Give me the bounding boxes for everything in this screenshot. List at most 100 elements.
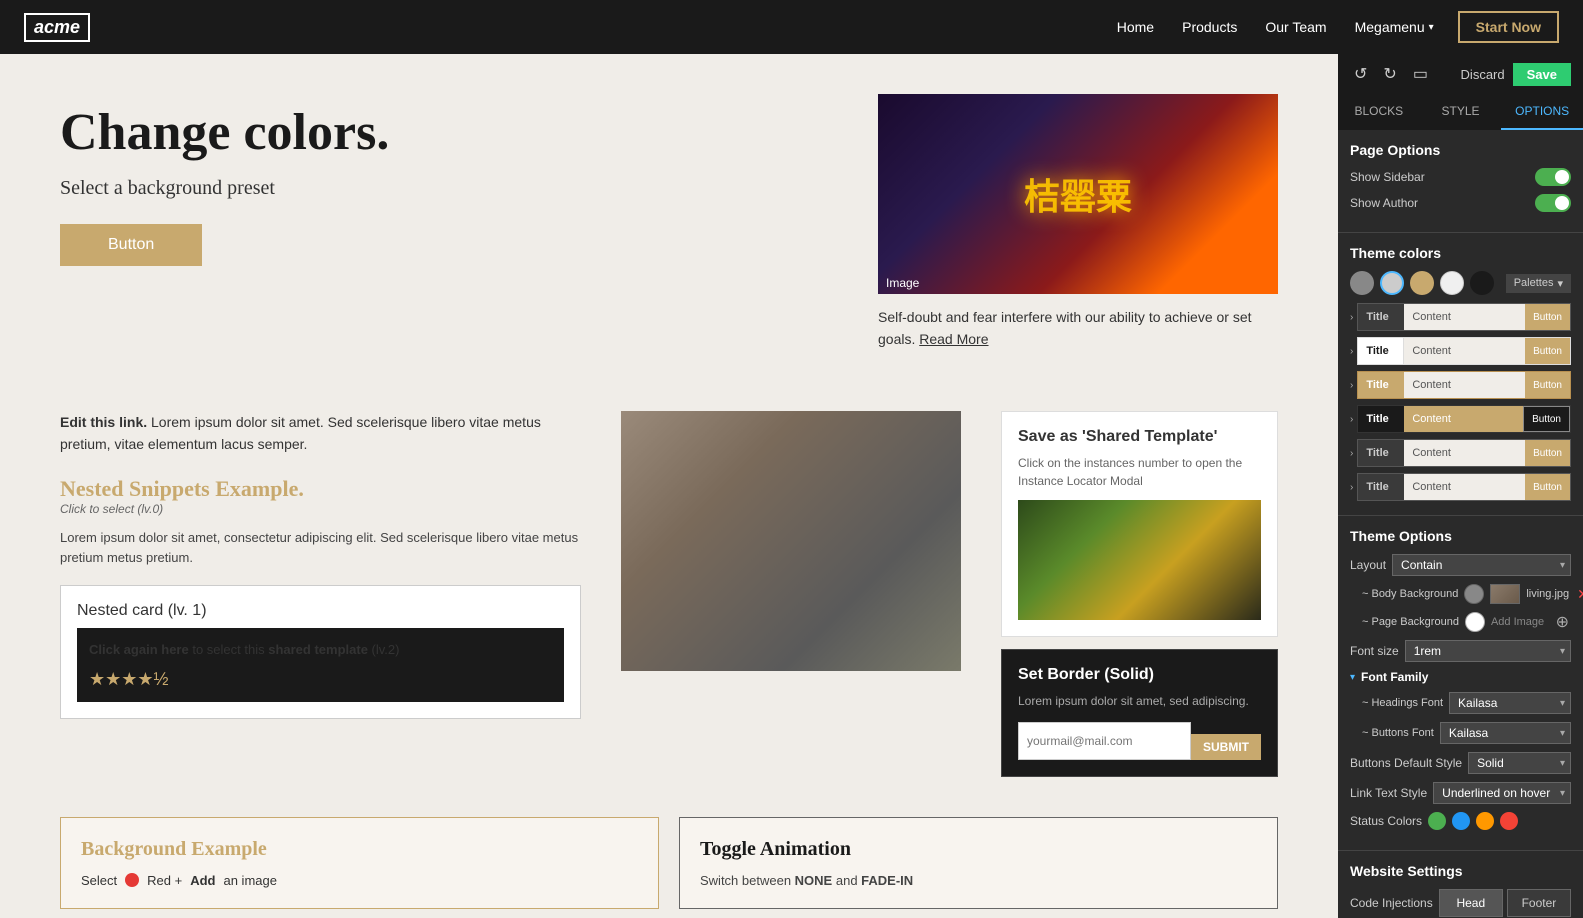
read-more-link[interactable]: Read More [919,331,988,347]
font-size-label: Font size [1350,644,1399,658]
show-sidebar-toggle[interactable] [1535,168,1571,186]
buttons-default-label: Buttons Default Style [1350,756,1462,770]
body-bg-label: ~ Body Background [1350,588,1458,600]
nav-home[interactable]: Home [1117,19,1154,35]
swatch-gold[interactable] [1410,271,1434,295]
border-box: Set Border (Solid) Lorem ipsum dolor sit… [1001,649,1278,777]
page-options-title: Page Options [1350,142,1571,158]
logo[interactable]: acme [24,13,90,42]
preset-row-1-content: Content [1404,304,1525,330]
discard-button[interactable]: Discard [1461,67,1505,82]
link-text-row: Link Text Style Underlined on hover [1350,782,1571,804]
body-bg-filename: living.jpg [1526,588,1569,600]
preset-row-4[interactable]: Title Content Button [1357,405,1571,433]
headings-font-row: ~ Headings Font Kailasa [1350,692,1571,714]
bg-example-box: Background Example Select Red + Add an i… [60,817,659,909]
nested-card-title: Nested card (lv. 1) [77,602,564,620]
status-dots [1428,812,1518,830]
device-toggle-button[interactable]: ▭ [1409,62,1432,86]
page-bg-add[interactable]: ⊕ [1554,612,1571,632]
email-input[interactable] [1018,722,1191,760]
preset-row-2-content: Content [1404,338,1525,364]
preset-row-2[interactable]: Title Content Button [1357,337,1571,365]
redo-button[interactable]: ↻ [1379,62,1400,86]
buttons-default-select[interactable]: Solid [1468,752,1571,774]
preset-row-3-content: Content [1404,372,1525,398]
hero-button[interactable]: Button [60,224,202,266]
undo-button[interactable]: ↺ [1350,62,1371,86]
preset-row-1[interactable]: Title Content Button [1357,303,1571,331]
bg-example-title: Background Example [81,838,638,861]
content-area: Change colors. Select a background prese… [0,54,1338,918]
swatch-black[interactable] [1470,271,1494,295]
code-injections-label: Code Injections [1350,896,1433,910]
nested-card-inner[interactable]: Click again here to select this shared t… [77,628,564,702]
preset-row-4-title: Title [1358,406,1404,432]
palettes-button[interactable]: Palettes ▾ [1506,274,1571,293]
preset-row-4-button: Button [1523,406,1570,432]
preset-row-2-chevron: › [1350,346,1353,357]
buttons-font-row: ~ Buttons Font Kailasa [1350,722,1571,744]
section3: Background Example Select Red + Add an i… [0,797,1338,918]
preset-row-4-content: Content [1404,406,1523,432]
page-options-section: Page Options Show Sidebar Show Author [1338,130,1583,233]
font-family-chevron: ▾ [1350,672,1355,683]
nav-megamenu[interactable]: Megamenu [1355,19,1434,35]
buttons-font-label: ~ Buttons Font [1350,727,1434,739]
select-label: Select [81,873,117,888]
buttons-font-select[interactable]: Kailasa [1440,722,1571,744]
start-now-button[interactable]: Start Now [1458,11,1559,43]
headings-font-select[interactable]: Kailasa [1449,692,1571,714]
hero-section: Change colors. Select a background prese… [0,54,1338,391]
font-family-label: Font Family [1361,670,1428,684]
font-size-select[interactable]: 1rem [1405,640,1571,662]
preset-row-6[interactable]: Title Content Button [1357,473,1571,501]
status-colors-row: Status Colors [1350,812,1571,830]
show-author-toggle[interactable] [1535,194,1571,212]
status-dot-green[interactable] [1428,812,1446,830]
status-dot-red[interactable] [1500,812,1518,830]
font-family-row[interactable]: ▾ Font Family [1350,670,1571,684]
layout-select[interactable]: Contain [1392,554,1571,576]
headings-font-label: ~ Headings Font [1350,697,1443,709]
preset-row-2-button: Button [1525,338,1570,364]
status-dot-blue[interactable] [1452,812,1470,830]
status-dot-orange[interactable] [1476,812,1494,830]
body-bg-color[interactable] [1464,584,1484,604]
head-button[interactable]: Head [1439,889,1503,917]
preset-row-3-chevron: › [1350,380,1353,391]
tab-blocks[interactable]: BLOCKS [1338,94,1420,130]
section2-middle [621,411,961,777]
footer-button[interactable]: Footer [1507,889,1571,917]
section2: Edit this link. Lorem ipsum dolor sit am… [0,391,1338,797]
interior-image-overlay [621,411,961,671]
submit-button[interactable]: SUBMIT [1191,734,1261,760]
save-button[interactable]: Save [1513,63,1571,86]
hero-heading: Change colors. [60,104,838,161]
body-bg-remove[interactable]: ✕ [1575,586,1583,603]
website-settings-section: Website Settings Code Injections Head Fo… [1338,851,1583,918]
nav-our-team[interactable]: Our Team [1265,19,1326,35]
hero-image-caption: Image [886,276,919,290]
tab-style[interactable]: STYLE [1420,94,1502,130]
buttons-default-row: Buttons Default Style Solid [1350,752,1571,774]
nested-title: Nested Snippets Example. [60,476,581,502]
toggle-desc: Switch between NONE and FADE-IN [700,873,1257,888]
theme-options-title: Theme Options [1350,528,1571,544]
page-bg-color[interactable] [1465,612,1485,632]
link-text-select[interactable]: Underlined on hover [1433,782,1571,804]
bg-example-row: Select Red + Add an image [81,873,638,888]
red-dot [125,873,139,887]
theme-colors-section: Theme colors Palettes ▾ › Title Co [1338,233,1583,516]
preset-row-5-content: Content [1404,440,1525,466]
swatch-white[interactable] [1440,271,1464,295]
preset-row-5[interactable]: Title Content Button [1357,439,1571,467]
toggle-title: Toggle Animation [700,838,1257,861]
nav-products[interactable]: Products [1182,19,1237,35]
tab-options[interactable]: OPTIONS [1501,94,1583,130]
swatch-light-gray[interactable] [1380,271,1404,295]
swatch-dark-gray[interactable] [1350,271,1374,295]
nested-card[interactable]: Nested card (lv. 1) Click again here to … [60,585,581,719]
preset-row-3[interactable]: Title Content Button [1357,371,1571,399]
save-template-title: Save as 'Shared Template' [1018,428,1261,446]
